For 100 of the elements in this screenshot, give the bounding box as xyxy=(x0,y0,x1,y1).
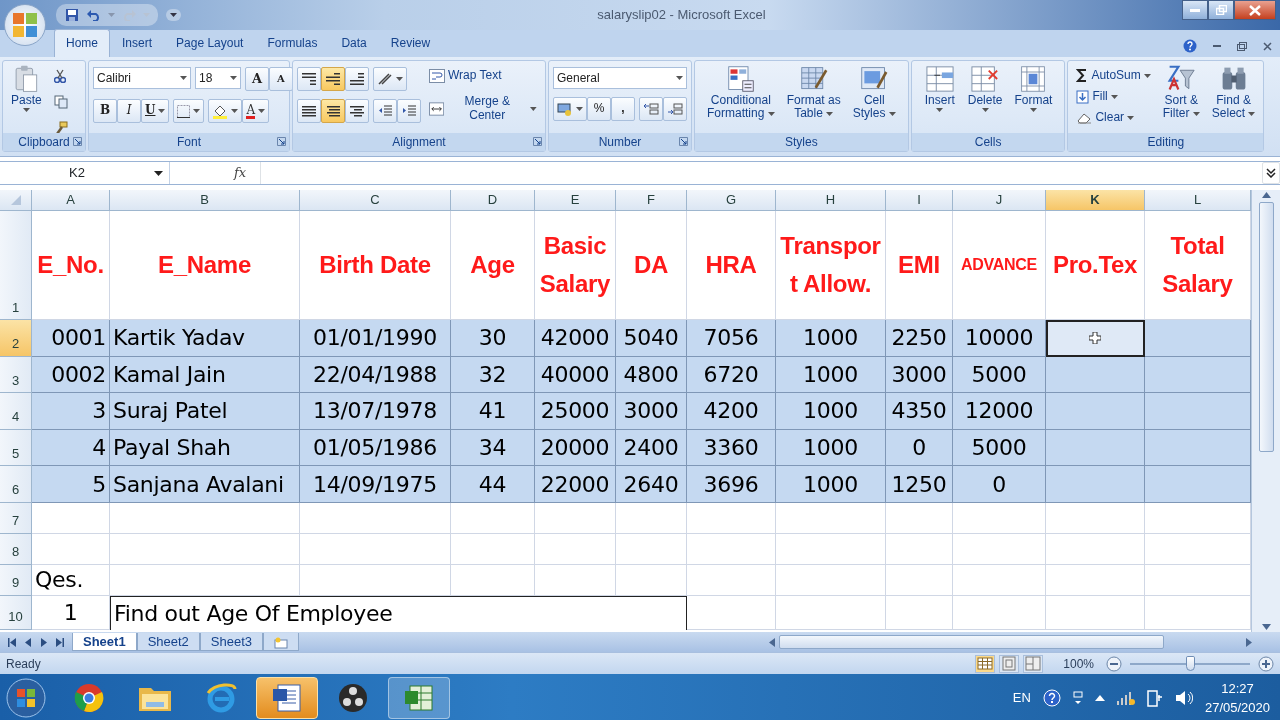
font-size-box[interactable]: 18 xyxy=(195,67,241,89)
row-header[interactable]: 1 xyxy=(0,211,32,320)
active-cell[interactable] xyxy=(1046,320,1145,357)
number-format-box[interactable]: General xyxy=(553,67,687,89)
insert-sheet-button[interactable] xyxy=(263,633,300,651)
column-header[interactable]: J xyxy=(953,190,1046,211)
column-header[interactable]: F xyxy=(616,190,687,211)
font-color-button[interactable]: A xyxy=(242,99,270,123)
column-header[interactable]: E xyxy=(535,190,616,211)
taskbar-button[interactable] xyxy=(256,677,318,719)
sort-button[interactable]: Sort & Filter xyxy=(1158,63,1204,131)
align-left-button[interactable] xyxy=(297,99,321,123)
row-header[interactable]: 6 xyxy=(0,466,32,503)
column-header[interactable]: H xyxy=(776,190,886,211)
column-header[interactable]: K xyxy=(1046,190,1145,211)
row-header[interactable]: 5 xyxy=(0,429,32,467)
chevron-icon xyxy=(1266,168,1276,178)
row-header[interactable]: 4 xyxy=(0,393,32,430)
ribbon-tab[interactable]: Data xyxy=(329,29,379,57)
increase-decimal-button[interactable] xyxy=(639,97,663,121)
currency-button[interactable] xyxy=(553,97,587,121)
ribbon-tab[interactable]: Home xyxy=(54,29,110,57)
bottom-align-button[interactable] xyxy=(345,67,369,91)
minimize-button[interactable] xyxy=(1182,0,1208,20)
clear-button[interactable]: Clear xyxy=(1072,108,1155,127)
comma-button[interactable]: , xyxy=(611,97,635,121)
table-cell: 1250 xyxy=(886,466,953,503)
borders-button[interactable] xyxy=(173,99,205,123)
table-cell: 3696 xyxy=(687,466,776,503)
font-name-box[interactable]: Calibri xyxy=(93,67,191,89)
row-header[interactable]: 2 xyxy=(0,320,32,357)
decrease-decimal-button[interactable] xyxy=(663,97,687,121)
insert-button[interactable]: Insert xyxy=(919,63,960,131)
column-header[interactable]: A xyxy=(32,190,110,211)
ribbon-tab[interactable]: Insert xyxy=(110,29,165,57)
percent-button[interactable]: % xyxy=(587,97,611,121)
column-header[interactable]: L xyxy=(1145,190,1251,211)
align-right-button[interactable] xyxy=(345,99,369,123)
orientation-button[interactable] xyxy=(373,67,407,91)
sheet-tab[interactable]: Sheet3 xyxy=(199,633,264,651)
shrink-font-button[interactable]: A xyxy=(269,67,293,91)
grow-font-button[interactable]: A xyxy=(245,67,269,91)
zoom-slider-thumb[interactable] xyxy=(1186,655,1195,671)
language-indicator[interactable]: EN xyxy=(1012,688,1031,708)
fill-color-button[interactable] xyxy=(208,99,243,123)
customize-toolbar-button[interactable] xyxy=(166,9,181,21)
middle-align-button[interactable] xyxy=(321,67,345,91)
row-header[interactable]: 8 xyxy=(0,533,32,565)
column-header[interactable]: G xyxy=(687,190,776,211)
caret-icon xyxy=(888,112,896,116)
expand-formula-button[interactable] xyxy=(1262,162,1280,184)
column-header[interactable]: I xyxy=(886,190,953,211)
caret-icon xyxy=(22,108,30,113)
find-button[interactable]: Find & Select xyxy=(1207,63,1260,131)
table-button[interactable]: Format as Table xyxy=(782,63,845,131)
wrap-text-button[interactable]: Wrap Text xyxy=(425,67,541,85)
normal-view-button[interactable] xyxy=(975,654,996,673)
styles-button[interactable]: Cell Styles xyxy=(848,63,900,131)
name-box[interactable]: K2 xyxy=(0,162,170,184)
table-cell: 5 xyxy=(32,466,110,503)
zoom-out-icon xyxy=(1106,655,1122,672)
fill-button[interactable]: Fill xyxy=(1072,87,1155,106)
table-cell: 4200 xyxy=(687,393,776,430)
format-button[interactable]: Format xyxy=(1010,63,1057,131)
row-header[interactable]: 9 xyxy=(0,564,32,596)
top-align-button[interactable] xyxy=(297,67,321,91)
ribbon-tab[interactable]: Review xyxy=(378,29,443,57)
sheet-tab[interactable]: Sheet2 xyxy=(136,633,200,651)
row-header[interactable]: 10 xyxy=(0,595,32,630)
column-header[interactable]: B xyxy=(110,190,300,211)
merge-center-button[interactable]: Merge & Center xyxy=(425,93,541,125)
row-header[interactable]: 7 xyxy=(0,502,32,534)
autosum-button[interactable]: AutoSum xyxy=(1072,67,1155,85)
paste-button[interactable]: Paste xyxy=(7,63,46,131)
maximize-button[interactable] xyxy=(1208,0,1234,20)
row-header[interactable]: 3 xyxy=(0,356,32,394)
conditional-button[interactable]: Conditional Formatting xyxy=(703,63,779,131)
page-break-view-button[interactable] xyxy=(1023,654,1044,673)
caret-icon xyxy=(108,13,115,17)
italic-button[interactable]: I xyxy=(117,99,141,123)
close-button[interactable] xyxy=(1234,0,1276,20)
ribbon-tab[interactable]: Formulas xyxy=(255,29,330,57)
align-left-icon xyxy=(302,105,316,117)
ribbon-tab[interactable]: Page Layout xyxy=(164,29,256,57)
column-header[interactable]: C xyxy=(300,190,451,211)
delete-button[interactable]: Delete xyxy=(963,63,1007,131)
window-title: salaryslip02 - Microsoft Excel xyxy=(596,6,767,25)
close-icon xyxy=(1249,4,1261,16)
center-button[interactable] xyxy=(321,99,345,123)
group-label: Clipboard xyxy=(18,134,70,151)
sheet-tab[interactable]: Sheet1 xyxy=(72,633,137,651)
increase-indent-button[interactable] xyxy=(397,99,421,123)
insert-function-button[interactable]: fx xyxy=(230,163,251,183)
start-button[interactable] xyxy=(6,678,46,718)
underline-button[interactable]: U xyxy=(141,99,170,123)
vertical-scrollbar[interactable] xyxy=(1251,190,1280,632)
save-button[interactable] xyxy=(64,7,80,23)
column-header[interactable]: D xyxy=(451,190,535,211)
bold-button[interactable]: B xyxy=(93,99,117,123)
undo-button[interactable] xyxy=(86,8,102,22)
